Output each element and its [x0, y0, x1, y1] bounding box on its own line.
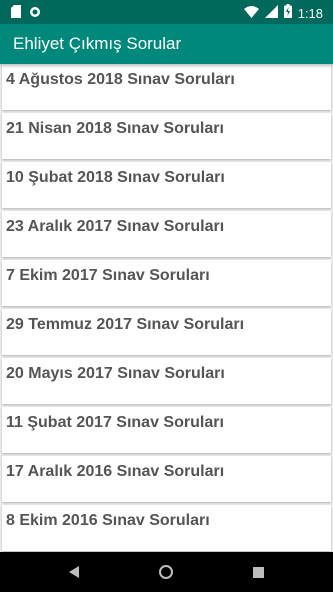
sd-card-icon [11, 5, 21, 23]
app-title: Ehliyet Çıkmış Sorular [13, 34, 182, 53]
list-item[interactable]: 4 Ağustos 2018 Sınav Soruları [2, 64, 331, 110]
list-item[interactable]: 11 Şubat 2017 Sınav Soruları [2, 407, 331, 453]
recents-icon[interactable] [248, 562, 268, 582]
list-item-label: 17 Aralık 2016 Sınav Soruları [6, 463, 225, 480]
list-item[interactable]: 8 Ekim 2016 Sınav Soruları [2, 505, 331, 551]
app-bar: Ehliyet Çıkmış Sorular [0, 24, 333, 64]
list-item[interactable]: 17 Aralık 2016 Sınav Soruları [2, 456, 331, 502]
list-item-label: 23 Aralık 2017 Sınav Soruları [6, 218, 225, 235]
list-item[interactable]: 23 Aralık 2017 Sınav Soruları [2, 211, 331, 257]
wifi-icon [243, 5, 259, 23]
list-item-label: 29 Temmuz 2017 Sınav Soruları [6, 316, 245, 333]
list-item[interactable]: 10 Şubat 2018 Sınav Soruları [2, 162, 331, 208]
list-item-label: 21 Nisan 2018 Sınav Soruları [6, 120, 224, 137]
battery-charging-icon [283, 4, 292, 23]
exam-list: 4 Ağustos 2018 Sınav Soruları 21 Nisan 2… [0, 64, 333, 552]
list-item[interactable]: 7 Ekim 2017 Sınav Soruları [2, 260, 331, 306]
navigation-bar [0, 552, 333, 592]
list-item[interactable]: 29 Temmuz 2017 Sınav Soruları [2, 309, 331, 355]
list-item-label: 20 Mayıs 2017 Sınav Soruları [6, 365, 225, 382]
list-item-label: 10 Şubat 2018 Sınav Soruları [6, 169, 225, 186]
list-item-label: 11 Şubat 2017 Sınav Soruları [6, 414, 224, 431]
list-item-label: 7 Ekim 2017 Sınav Soruları [6, 267, 210, 284]
list-item-label: 8 Ekim 2016 Sınav Soruları [6, 512, 210, 529]
signal-icon [264, 4, 278, 23]
list-item-label: 4 Ağustos 2018 Sınav Soruları [6, 71, 235, 88]
sync-icon [29, 5, 41, 23]
status-time: 1:18 [297, 6, 323, 21]
home-icon[interactable] [156, 562, 176, 582]
list-item[interactable]: 21 Nisan 2018 Sınav Soruları [2, 113, 331, 159]
list-item[interactable]: 20 Mayıs 2017 Sınav Soruları [2, 358, 331, 404]
back-icon[interactable] [64, 562, 84, 582]
status-bar: 1:18 [0, 0, 333, 24]
